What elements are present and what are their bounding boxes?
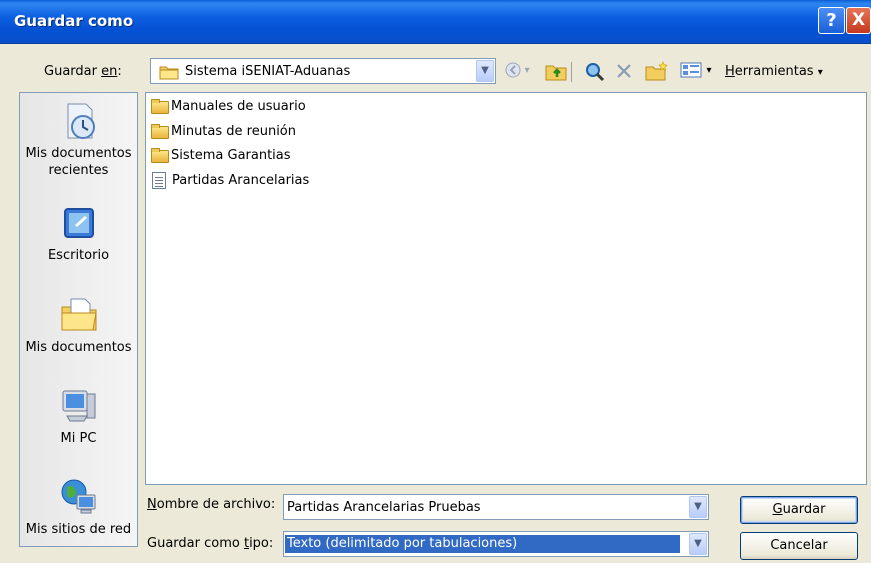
text-document-icon: [152, 171, 166, 189]
tools-menu[interactable]: Herramientas ▾: [725, 64, 823, 79]
place-network[interactable]: Mis sitios de red: [20, 477, 137, 538]
filename-label: Nombre de archivo:: [147, 497, 276, 512]
list-item[interactable]: Minutas de reunión: [150, 121, 296, 141]
save-in-combobox[interactable]: Sistema iSENIAT-Aduanas ▼: [150, 58, 496, 84]
desktop-icon: [63, 208, 94, 238]
new-folder-icon[interactable]: [645, 61, 668, 83]
chevron-down-icon[interactable]: ▼: [476, 60, 494, 82]
folder-icon: [159, 66, 179, 80]
places-bar: Mis documentos recientes Escritorio Mis …: [19, 92, 138, 547]
help-button[interactable]: ?: [818, 7, 845, 34]
save-in-label: Guardar en:: [44, 64, 122, 79]
file-list[interactable]: Manuales de usuario Minutas de reunión S…: [145, 92, 867, 485]
folder-icon: [150, 99, 169, 114]
chevron-down-icon[interactable]: ▼: [689, 496, 707, 518]
list-item[interactable]: Sistema Garantias: [150, 145, 291, 165]
place-my-computer[interactable]: Mi PC: [20, 386, 137, 447]
close-button[interactable]: X: [846, 7, 871, 34]
window-title: Guardar como: [14, 12, 134, 30]
delete-icon[interactable]: [613, 61, 635, 83]
place-my-documents[interactable]: Mis documentos: [20, 295, 137, 356]
current-folder-name: Sistema iSENIAT-Aduanas: [185, 64, 351, 79]
up-folder-icon[interactable]: [545, 61, 567, 83]
search-web-icon[interactable]: [584, 61, 606, 83]
filetype-label: Guardar como tipo:: [147, 536, 274, 551]
back-dropdown-icon[interactable]: ▾: [522, 61, 532, 83]
my-documents-icon: [61, 298, 97, 331]
filename-input[interactable]: Partidas Arancelarias Pruebas ▼: [283, 494, 709, 520]
folder-icon: [150, 124, 169, 139]
place-desktop[interactable]: Escritorio: [20, 203, 137, 264]
list-item[interactable]: Manuales de usuario: [150, 96, 306, 116]
list-item[interactable]: Partidas Arancelarias: [150, 170, 309, 190]
cancel-button[interactable]: Cancelar: [740, 532, 858, 560]
my-computer-icon: [62, 390, 95, 422]
network-places-icon: [61, 479, 95, 514]
chevron-down-icon[interactable]: ▼: [689, 533, 707, 555]
filetype-select[interactable]: Texto (delimitado por tabulaciones) ▼: [283, 531, 709, 557]
views-icon[interactable]: [680, 61, 702, 83]
views-dropdown-icon[interactable]: ▾: [704, 61, 714, 83]
toolbar-separator: [571, 61, 575, 83]
folder-icon: [150, 148, 169, 163]
save-button[interactable]: Guardar: [740, 496, 858, 524]
recent-documents-icon: [67, 103, 95, 139]
place-recent-documents[interactable]: Mis documentos recientes: [20, 101, 137, 179]
title-bar[interactable]: Guardar como ? X: [0, 0, 871, 44]
back-icon[interactable]: [502, 61, 524, 83]
